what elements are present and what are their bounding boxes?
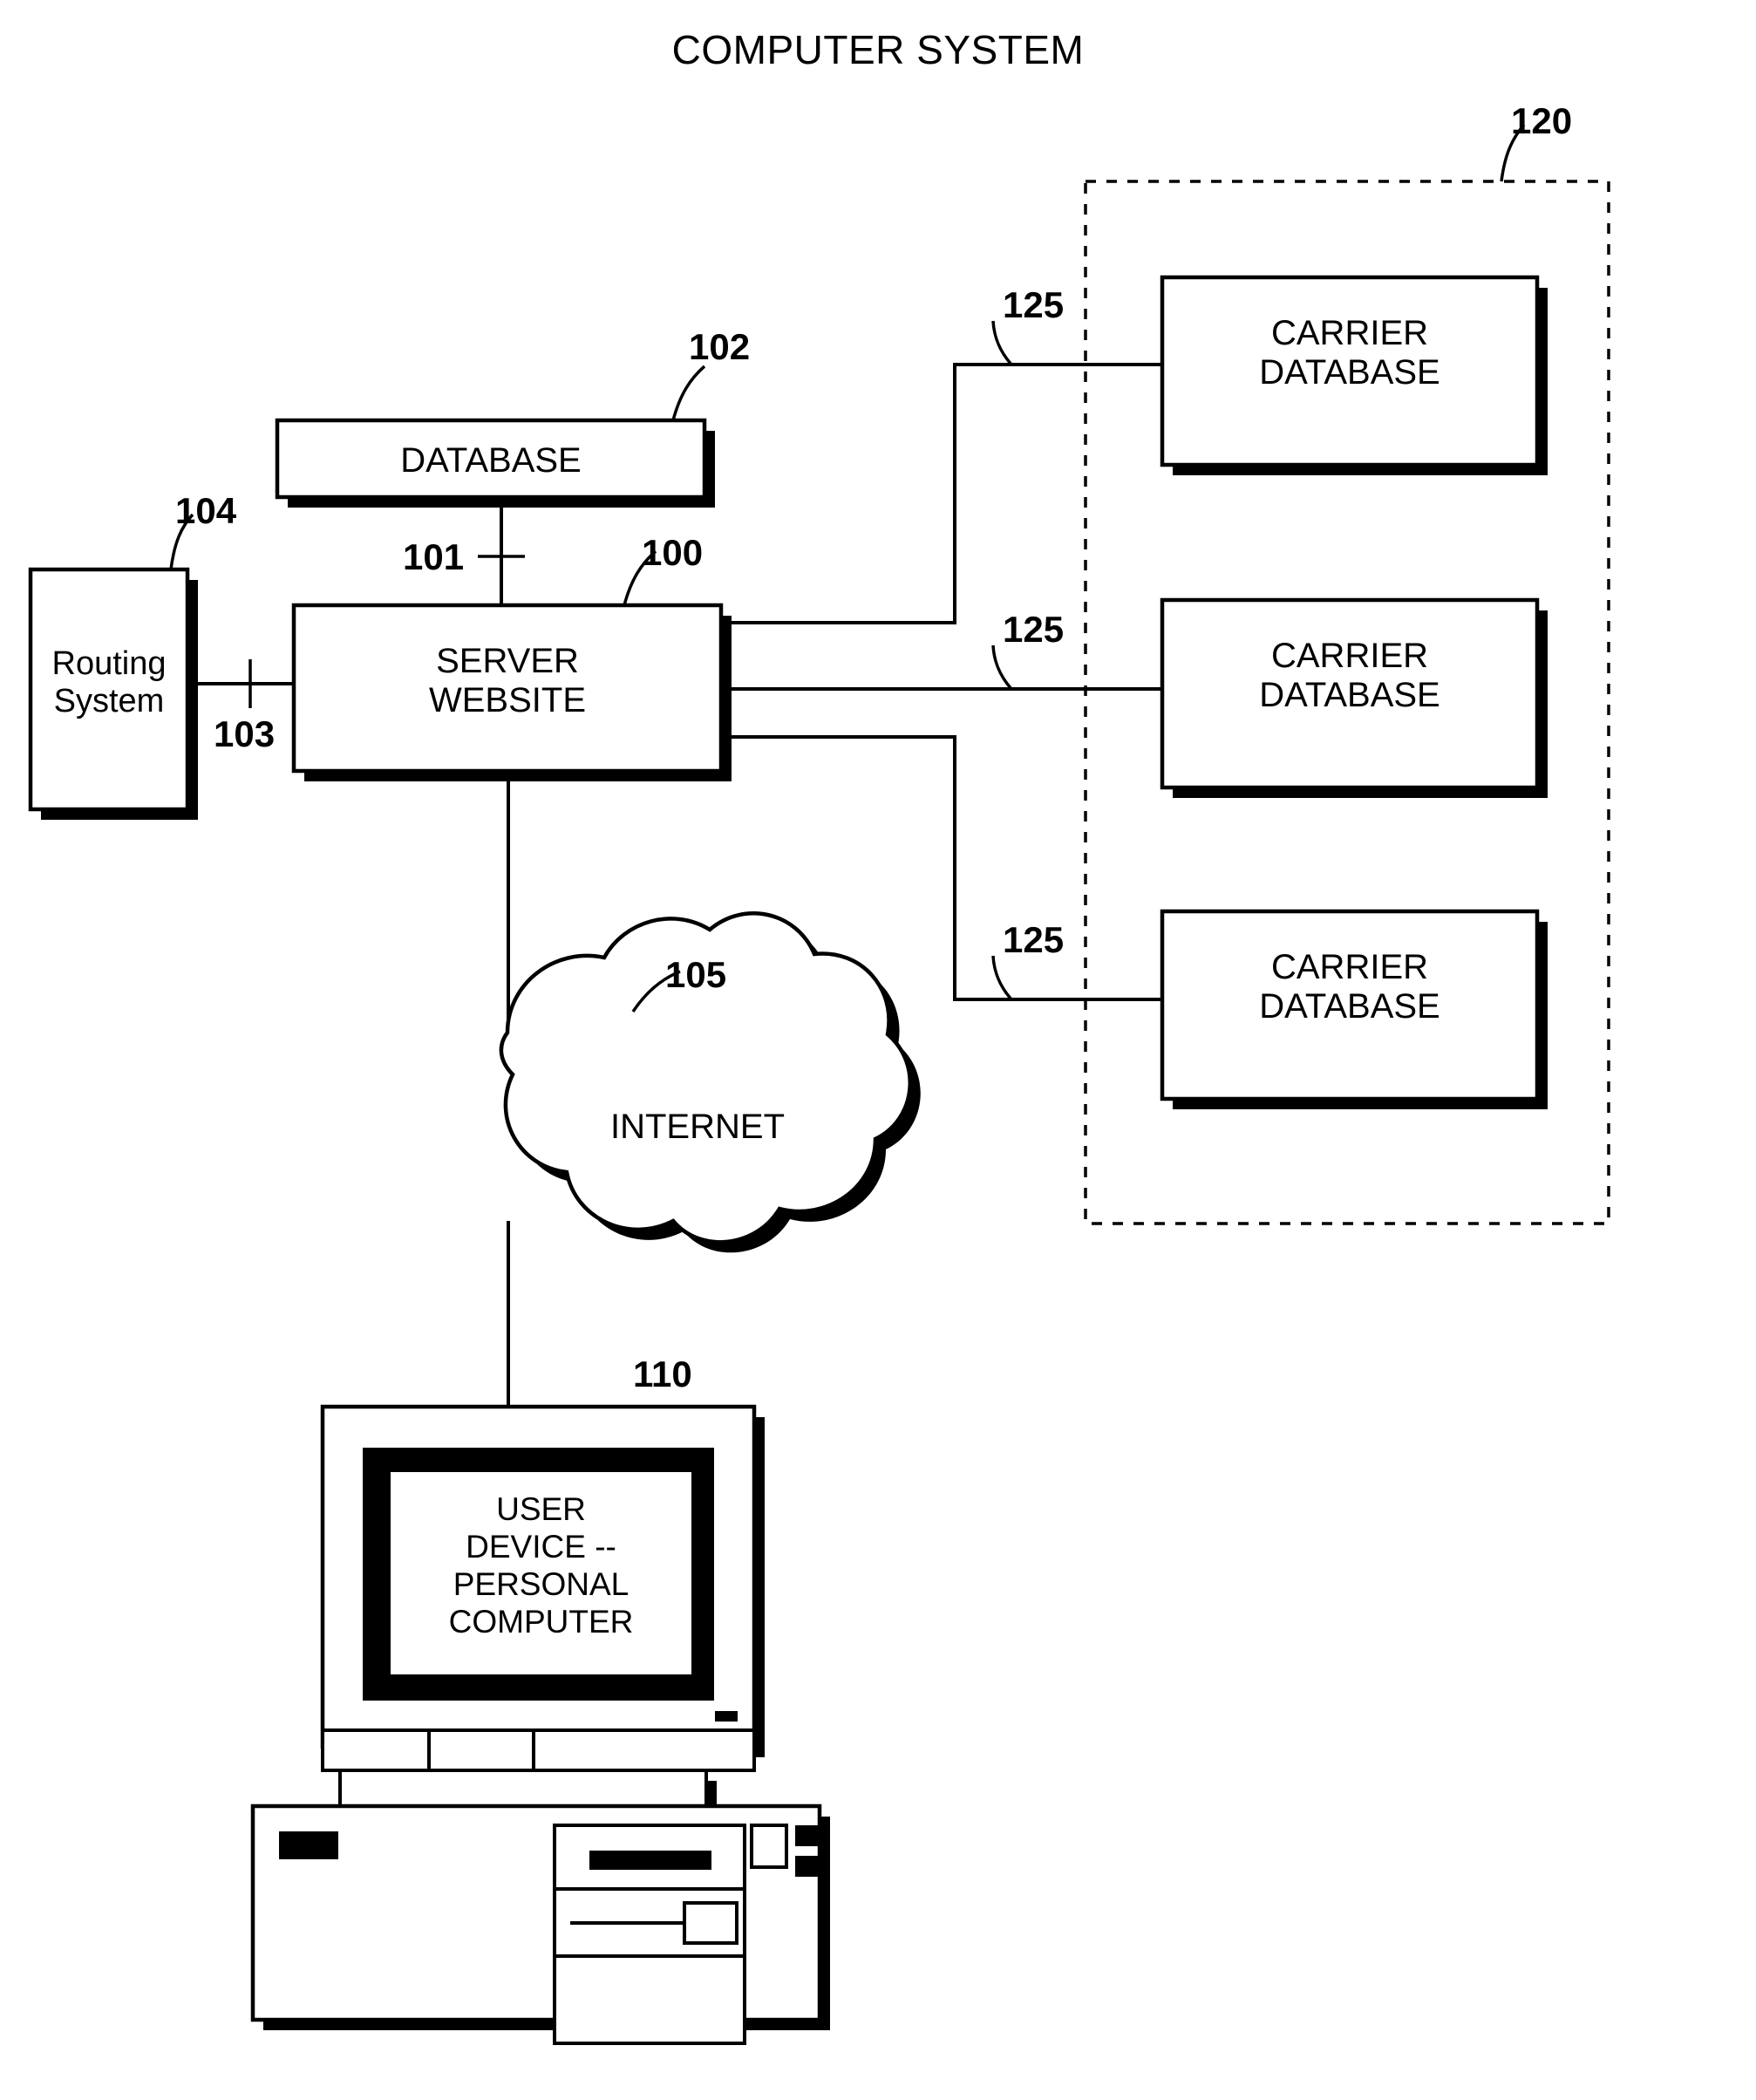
ref-104: 104: [175, 490, 237, 531]
carrier-db-1-box: [1160, 275, 1540, 467]
ref-120: 120: [1511, 100, 1573, 141]
ref-102: 102: [689, 326, 751, 367]
leader-line-125-3: [991, 955, 1013, 1001]
monitor-power-indicator: [715, 1711, 738, 1722]
user-device-label-line3: PERSONAL: [453, 1565, 630, 1602]
ref-100: 100: [642, 532, 704, 573]
ref-125-3: 125: [1003, 919, 1065, 960]
ref-125-2: 125: [1003, 609, 1065, 650]
ref-105: 105: [665, 954, 727, 995]
monitor-stand: [338, 1769, 708, 1809]
figure-canvas: COMPUTER SYSTEM DATABASE 102 101 Routing…: [0, 0, 1756, 2100]
user-device-label-line1: USER: [496, 1491, 586, 1527]
ref-101: 101: [403, 536, 465, 577]
link-server-to-carrier-db-1: [722, 363, 1162, 624]
diagram-graphics: [28, 123, 1610, 2045]
leader-line-102: [671, 365, 706, 421]
server-website-box: [291, 603, 724, 774]
tower-badge: [279, 1831, 338, 1859]
tower-led-1: [795, 1825, 820, 1846]
leader-line-125-1: [991, 320, 1013, 366]
tower-eject-button: [683, 1901, 738, 1945]
carrier-db-3-box: [1160, 909, 1540, 1101]
tower-power-button: [750, 1824, 788, 1869]
routing-system-box: [28, 567, 190, 812]
ref-110: 110: [633, 1353, 692, 1394]
tower-drive-slot: [589, 1851, 711, 1870]
leader-line-125-2: [991, 644, 1013, 691]
monitor-base-bar: [321, 1728, 756, 1772]
ref-103: 103: [214, 713, 276, 754]
carrier-db-2-box: [1160, 597, 1540, 790]
user-device-label: USER DEVICE -- PERSONAL COMPUTER: [391, 1491, 691, 1641]
tower-led-2: [795, 1856, 820, 1877]
ref-125-1: 125: [1003, 284, 1065, 325]
user-device-label-line4: COMPUTER: [448, 1603, 634, 1640]
user-device-label-line2: DEVICE --: [466, 1528, 616, 1565]
database-box: [275, 418, 707, 500]
